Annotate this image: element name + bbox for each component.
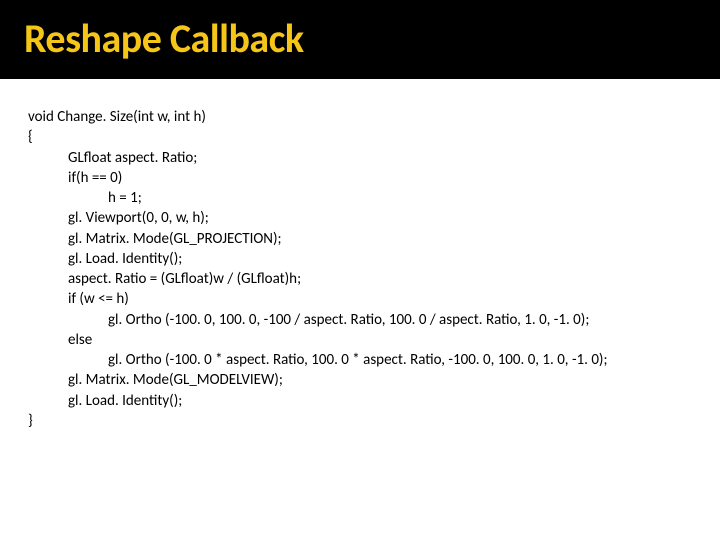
code-line: { [28, 127, 692, 147]
code-line: gl. Matrix. Mode(GL_MODELVIEW); [28, 370, 692, 390]
code-line: gl. Load. Identity(); [28, 391, 692, 411]
code-block: void Change. Size(int w, int h) { GLfloa… [0, 79, 720, 431]
code-line: if(h == 0) [28, 168, 692, 188]
code-line: gl. Load. Identity(); [28, 249, 692, 269]
code-line: gl. Matrix. Mode(GL_PROJECTION); [28, 229, 692, 249]
title-bar: Reshape Callback [0, 0, 720, 79]
code-line: void Change. Size(int w, int h) [28, 107, 692, 127]
slide: Reshape Callback void Change. Size(int w… [0, 0, 720, 540]
code-line: h = 1; [28, 188, 692, 208]
slide-title: Reshape Callback [24, 14, 696, 63]
code-line: GLfloat aspect. Ratio; [28, 148, 692, 168]
code-line: else [28, 330, 692, 350]
code-line: if (w <= h) [28, 289, 692, 309]
code-line: gl. Viewport(0, 0, w, h); [28, 208, 692, 228]
code-line: gl. Ortho (-100. 0 * aspect. Ratio, 100.… [28, 350, 692, 370]
code-line: gl. Ortho (-100. 0, 100. 0, -100 / aspec… [28, 310, 692, 330]
code-line: } [28, 411, 692, 431]
code-line: aspect. Ratio = (GLfloat)w / (GLfloat)h; [28, 269, 692, 289]
